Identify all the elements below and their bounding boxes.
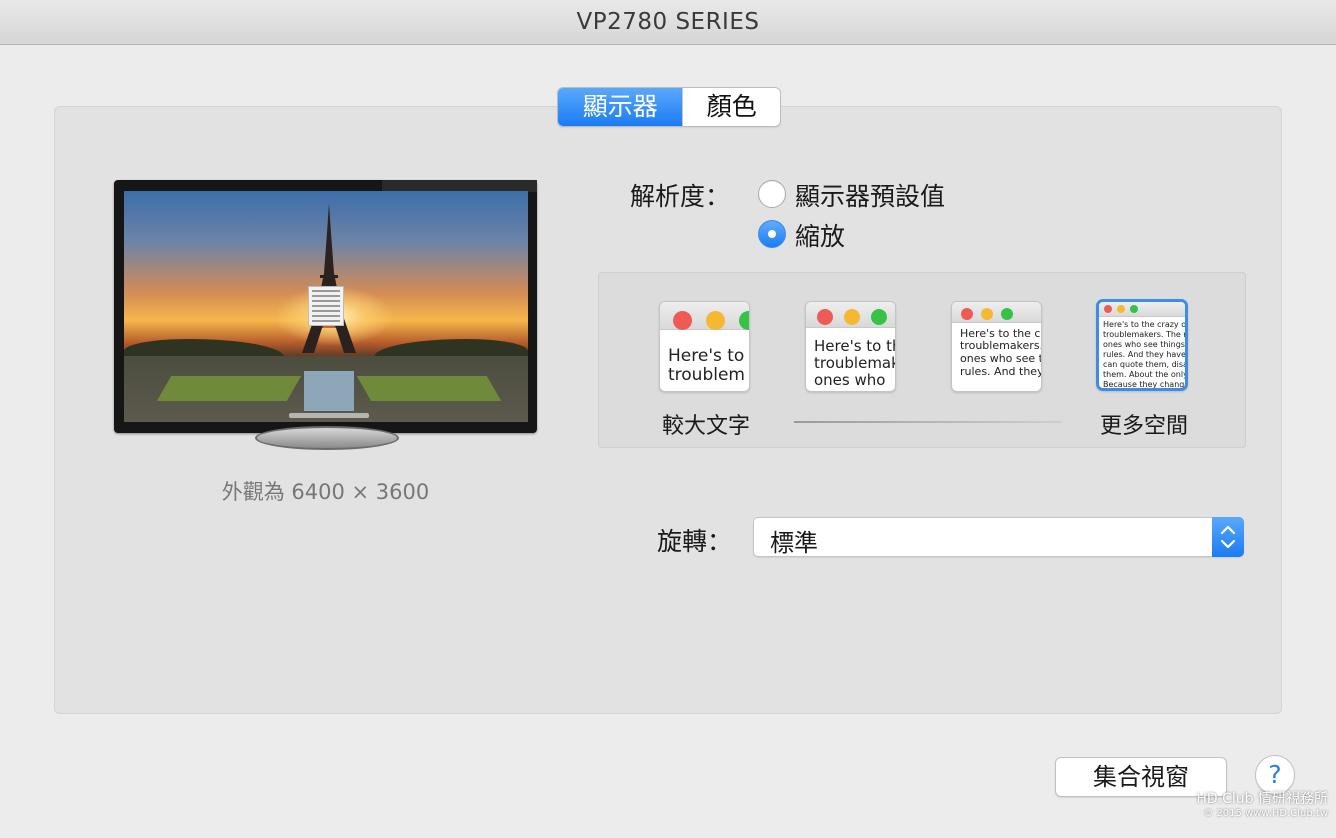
minimize-dot-icon	[1117, 305, 1125, 313]
monitor-stand	[255, 426, 399, 450]
appearance-text: 外觀為 6400 × 3600	[221, 480, 430, 504]
window-title: VP2780 SERIES	[0, 0, 1336, 45]
scale-larger-text-label: 較大文字	[662, 414, 751, 439]
rotation-label: 旋轉：	[657, 527, 733, 556]
close-dot-icon	[961, 308, 973, 320]
scale-more-space-label: 更多空間	[1100, 414, 1189, 439]
rotation-select[interactable]: 標準	[753, 517, 1244, 557]
tab-bar: 顯示器 顏色	[557, 87, 781, 127]
rotation-value: 標準	[770, 529, 818, 557]
watermark-line-2: © 2015 www.HD.Club.tw	[1203, 807, 1328, 819]
lawn-left	[156, 376, 302, 401]
radio-scaled[interactable]	[758, 220, 786, 248]
zoom-dot-icon	[739, 311, 749, 330]
scale-option-text: Here's to the crazy one troublemakers. T…	[1103, 319, 1185, 389]
minimize-dot-icon	[844, 309, 860, 325]
minimize-dot-icon	[706, 311, 725, 330]
zoom-dot-icon	[871, 309, 887, 325]
help-icon[interactable]: ?	[1255, 755, 1295, 795]
dock	[289, 413, 369, 418]
radio-scaled-label[interactable]: 縮放	[795, 217, 845, 253]
close-dot-icon	[1104, 305, 1112, 313]
scale-option-2[interactable]: Here's to th troublemak ones who	[805, 301, 896, 392]
scale-option-3[interactable]: Here's to the cr troublemakers. ones who…	[951, 301, 1042, 392]
radio-default-label[interactable]: 顯示器預設值	[795, 177, 945, 213]
watermark-line-1: HD.Club 情研視務所	[1196, 791, 1328, 807]
tab-display[interactable]: 顯示器	[558, 88, 683, 126]
scale-option-4-selected[interactable]: Here's to the crazy one troublemakers. T…	[1096, 299, 1188, 391]
close-dot-icon	[673, 311, 692, 330]
select-stepper-icon	[1212, 517, 1244, 557]
scale-option-text: Here's to the cr troublemakers. ones who…	[960, 326, 1041, 378]
eiffel-tower-icon	[302, 203, 356, 353]
close-dot-icon	[817, 309, 833, 325]
zoom-dot-icon	[1001, 308, 1013, 320]
watermark: HD.Club 情研視務所 © 2015 www.HD.Club.tw	[1178, 791, 1328, 820]
scale-track	[794, 421, 1062, 423]
scale-option-1[interactable]: Here's to troublem	[659, 301, 750, 392]
radio-default-for-display[interactable]	[758, 180, 786, 208]
lawn-right	[356, 376, 502, 401]
resolution-label: 解析度：	[630, 182, 731, 211]
mini-window	[308, 286, 344, 326]
scale-option-text: Here's to th troublemak ones who	[814, 336, 895, 390]
desktop-wallpaper	[124, 191, 528, 422]
tab-color[interactable]: 顏色	[682, 88, 780, 126]
monitor-image	[114, 180, 537, 433]
fountain-pool	[304, 371, 354, 411]
zoom-dot-icon	[1130, 305, 1138, 313]
scale-option-text: Here's to troublem	[668, 345, 745, 386]
minimize-dot-icon	[981, 308, 993, 320]
